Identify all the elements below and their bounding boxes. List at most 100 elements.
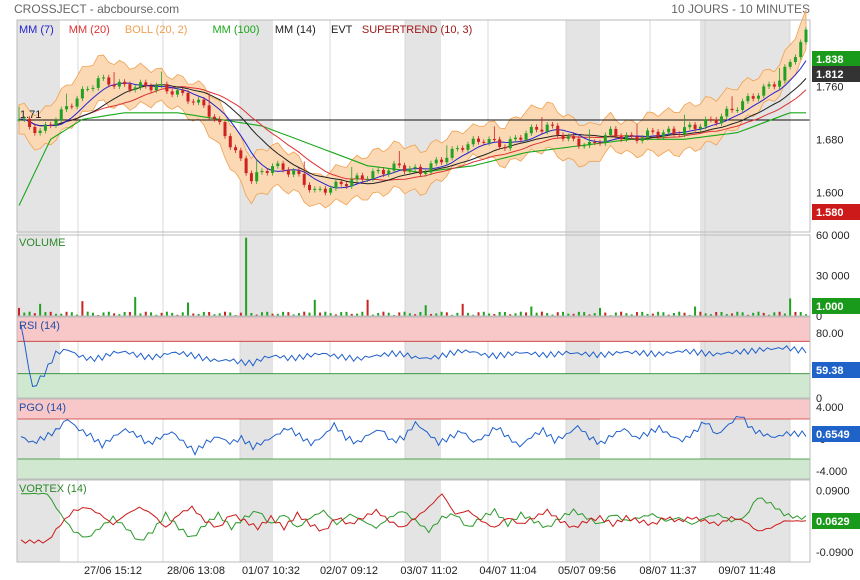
x-tick: 28/06 13:08 — [167, 565, 225, 577]
candle-body — [318, 188, 322, 190]
volume-bar — [81, 301, 84, 316]
volume-bar — [313, 299, 316, 316]
rsi-oversold-zone — [17, 373, 810, 398]
price-tick: 1.760 — [816, 81, 844, 93]
candle-body — [244, 158, 248, 174]
candle-body — [672, 128, 676, 134]
candle-body — [619, 136, 623, 140]
volume-bar — [266, 311, 269, 316]
candle-body — [170, 91, 174, 95]
volume-bar — [794, 311, 797, 316]
legend-item: MM (14) — [275, 24, 316, 36]
pgo-title: PGO (14) — [19, 402, 66, 414]
candle-body — [540, 129, 544, 132]
volume-bar — [23, 312, 26, 316]
candle-body — [191, 101, 195, 103]
candle-body — [593, 141, 597, 143]
volume-bar — [694, 306, 697, 316]
volume-bar — [461, 303, 464, 316]
candle-body — [572, 136, 576, 139]
volume-bar — [662, 312, 665, 316]
candle-body — [292, 170, 296, 175]
candle-body — [709, 119, 713, 121]
candle-body — [577, 138, 581, 147]
candle-body — [719, 116, 723, 124]
candle-body — [344, 184, 348, 187]
candle-body — [65, 106, 69, 110]
candle-body — [772, 84, 776, 87]
candle-body — [49, 124, 53, 126]
volume-bar — [144, 311, 147, 316]
rsi-tag: 59.38 — [816, 365, 844, 377]
candle-body — [429, 163, 433, 173]
volume-bar — [324, 311, 327, 316]
candle-body — [519, 137, 523, 140]
candle-body — [751, 96, 755, 99]
volume-bar — [70, 312, 73, 316]
candle-body — [360, 175, 364, 180]
volume-bar — [699, 311, 702, 316]
candle-body — [75, 98, 79, 107]
pgo-overbought-zone — [17, 399, 810, 419]
candle-body — [725, 108, 729, 117]
volume-bar — [49, 311, 52, 316]
candle-body — [603, 135, 607, 144]
candle-body — [408, 168, 412, 172]
candle-body — [656, 131, 660, 137]
volume-bar — [540, 311, 543, 316]
volume-bar — [65, 311, 68, 316]
price-high-tag: 1.838 — [816, 54, 844, 66]
candle-body — [366, 178, 370, 180]
candle-body — [793, 57, 797, 63]
candle-body — [302, 173, 306, 185]
candle-body — [445, 157, 449, 163]
vortex-tag: 0.0629 — [816, 516, 850, 528]
x-tick: 08/07 11:37 — [639, 565, 696, 577]
volume-bar — [128, 311, 131, 316]
shade-band — [17, 20, 60, 562]
candle-body — [466, 144, 470, 150]
candle-body — [138, 82, 142, 88]
legend-item: BOLL (20, 2) — [125, 24, 188, 36]
candle-body — [529, 126, 533, 134]
candle-body — [308, 184, 312, 190]
candle-body — [524, 133, 528, 140]
price-low-tag: 1.580 — [816, 207, 844, 219]
rsi-tick: 80.00 — [816, 328, 844, 340]
candle-body — [440, 159, 444, 163]
x-tick: 01/07 10:32 — [242, 565, 300, 577]
candle-body — [434, 159, 438, 164]
volume-bar — [223, 311, 226, 316]
candle-body — [38, 130, 42, 133]
candle-body — [128, 84, 132, 90]
candle-body — [688, 124, 692, 128]
volume-bar — [319, 312, 322, 316]
volume-bar — [799, 312, 802, 316]
candle-body — [28, 118, 32, 128]
candle-body — [133, 87, 137, 90]
candle-body — [556, 125, 560, 135]
candle-body — [59, 109, 63, 121]
candle-body — [381, 170, 385, 175]
legend-item: SUPERTREND (10, 3) — [362, 24, 472, 36]
volume-bar — [519, 311, 522, 316]
candle-body — [487, 138, 491, 143]
candle-body — [144, 82, 148, 87]
candle-body — [123, 81, 127, 85]
candle-body — [239, 150, 243, 159]
volume-bar — [620, 311, 623, 316]
volume-bar — [583, 312, 586, 316]
candle-body — [535, 126, 539, 130]
candle-body — [286, 169, 290, 175]
x-tick: 03/07 11:02 — [400, 565, 457, 577]
volume-bar — [361, 311, 364, 316]
candle-body — [54, 120, 58, 126]
candle-body — [255, 172, 259, 182]
candle-body — [371, 171, 375, 179]
legend-item: MM (100) — [213, 24, 260, 36]
candle-body — [498, 139, 502, 147]
candle-body — [762, 86, 766, 96]
volume-bar — [303, 311, 306, 316]
candle-body — [561, 134, 565, 139]
candle-body — [646, 130, 650, 138]
